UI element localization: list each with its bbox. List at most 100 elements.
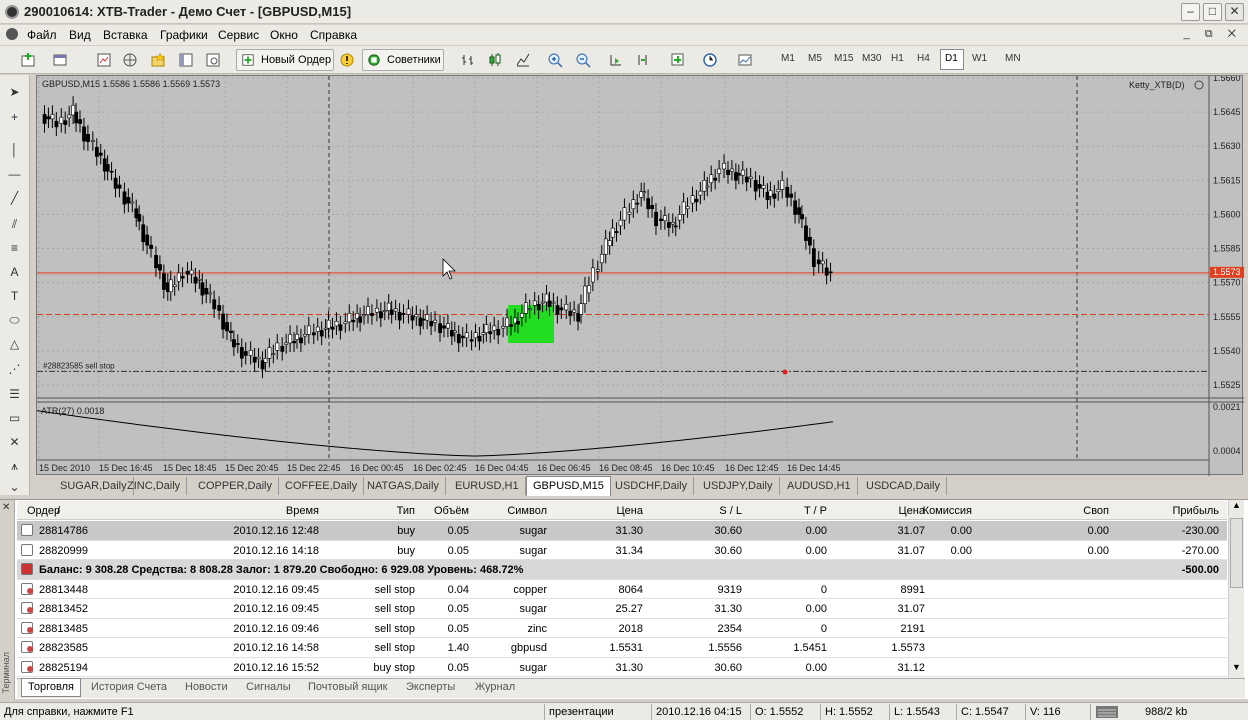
timeframe-m30[interactable]: M30 <box>862 53 881 64</box>
folder-star-icon[interactable] <box>150 52 166 68</box>
fibo-fan-icon[interactable]: ⋰ <box>7 362 22 377</box>
menu-tools[interactable]: Сервис <box>218 28 259 42</box>
timeframe-m15[interactable]: M15 <box>834 53 853 64</box>
column-header[interactable]: S / L <box>719 505 742 517</box>
column-header[interactable]: Цена <box>899 505 925 517</box>
minimize-button[interactable]: – <box>1181 3 1200 21</box>
fibonacci-icon[interactable]: ≡ <box>7 241 22 256</box>
terminal-tab[interactable]: Новости <box>185 681 228 693</box>
trendline-icon[interactable]: ╱ <box>7 191 22 206</box>
chart-tab[interactable]: USDCHF,Daily <box>609 477 695 495</box>
scroll-up-icon[interactable]: ▲ <box>1232 500 1241 510</box>
menu-charts[interactable]: Графики <box>160 28 208 42</box>
timeframe-h1[interactable]: H1 <box>891 53 904 64</box>
terminal-tab[interactable]: Эксперты <box>406 681 455 693</box>
market-watch-icon[interactable] <box>96 52 112 68</box>
zoom-out-icon[interactable] <box>575 52 591 68</box>
experts-button[interactable]: Советники <box>362 49 444 71</box>
timeframe-m5[interactable]: M5 <box>808 53 822 64</box>
crosshair-icon[interactable]: + <box>7 110 22 125</box>
chart-tab[interactable]: COFFEE,Daily <box>279 477 365 495</box>
column-header[interactable]: Тип <box>397 505 415 517</box>
terminal-close-icon[interactable]: ✕ <box>2 502 10 513</box>
chart-tab[interactable]: ZINC,Daily <box>121 477 188 495</box>
timeframe-d1-active[interactable]: D1 <box>940 49 964 70</box>
price-chart[interactable]: 1.5660 1.5645 1.5630 1.5615 1.5600 1.5585 1.55… <box>37 76 1244 476</box>
chart-tab[interactable]: EURUSD,H1 <box>449 477 526 495</box>
menu-view[interactable]: Вид <box>69 28 91 42</box>
maximize-button[interactable]: □ <box>1203 3 1222 21</box>
menu-help[interactable]: Справка <box>310 28 357 42</box>
column-header[interactable]: Цена <box>617 505 643 517</box>
ellipse-icon[interactable]: ⬭ <box>7 313 22 328</box>
column-header[interactable]: Своп <box>1083 505 1109 517</box>
timeframe-w1[interactable]: W1 <box>972 53 987 64</box>
triangle-icon[interactable]: △ <box>7 337 22 352</box>
menu-file[interactable]: Файл <box>27 28 57 42</box>
chart-tab[interactable]: USDCAD,Daily <box>860 477 947 495</box>
indicators-icon[interactable] <box>670 52 686 68</box>
text-icon[interactable]: A <box>7 265 22 280</box>
autoscroll-icon[interactable] <box>608 52 624 68</box>
profiles-icon[interactable] <box>52 52 68 68</box>
strategy-tester-icon[interactable] <box>205 52 221 68</box>
line-chart-icon[interactable] <box>515 52 531 68</box>
timeframe-m1[interactable]: M1 <box>781 53 795 64</box>
timeframe-h4[interactable]: H4 <box>917 53 930 64</box>
chart-tab[interactable]: AUDUSD,H1 <box>781 477 858 495</box>
terminal-tab[interactable]: Торговля <box>21 678 81 697</box>
autotrading-warning-icon[interactable] <box>339 52 355 68</box>
column-header[interactable]: / <box>57 505 60 517</box>
scroll-down-icon[interactable]: ▼ <box>1232 662 1241 672</box>
chart-window[interactable]: 1.5660 1.5645 1.5630 1.5615 1.5600 1.5585 1.55… <box>36 75 1244 476</box>
rectangle-icon[interactable]: ▭ <box>7 411 22 426</box>
menu-insert[interactable]: Вставка <box>103 28 148 42</box>
column-header[interactable]: Объём <box>434 505 469 517</box>
column-header[interactable]: T / P <box>804 505 827 517</box>
templates-icon[interactable] <box>737 52 753 68</box>
navigator-icon[interactable] <box>122 52 138 68</box>
chart-tab[interactable]: USDJPY,Daily <box>697 477 780 495</box>
menu-window[interactable]: Окно <box>270 28 298 42</box>
more-tools-icon[interactable]: ⌄ <box>7 480 22 495</box>
terminal-scrollbar[interactable]: ▲ ▼ <box>1228 500 1244 678</box>
new-chart-icon[interactable] <box>20 52 36 68</box>
chart-tab[interactable]: NATGAS,Daily <box>361 477 446 495</box>
table-row[interactable]: 28825194 2010.12.16 15:52 buy stop 0.05 suga… <box>17 658 1227 677</box>
candlestick-icon[interactable] <box>487 52 503 68</box>
table-row[interactable]: 28813448 2010.12.16 09:45 sell stop 0.04 cop… <box>17 580 1227 599</box>
terminal-tab[interactable]: Почтовый ящик <box>308 681 387 693</box>
table-row[interactable]: 28823585 2010.12.16 14:58 sell stop 1.40 gbp… <box>17 638 1227 658</box>
table-row[interactable]: 28820999 2010.12.16 14:18 buy 0.05 sugar 31.3… <box>17 541 1227 560</box>
terminal-tab[interactable]: Сигналы <box>246 681 291 693</box>
scroll-thumb[interactable] <box>1230 518 1243 588</box>
pitchfork-icon[interactable]: ⩚ <box>7 459 22 474</box>
fibo-levels-icon[interactable]: ☰ <box>7 387 22 402</box>
chart-shift-icon[interactable] <box>636 52 652 68</box>
chart-tab[interactable]: COPPER,Daily <box>192 477 279 495</box>
horizontal-line-icon[interactable]: — <box>7 167 22 182</box>
chart-tab[interactable]: GBPUSD,M15 <box>526 476 611 496</box>
column-header[interactable]: Время <box>286 505 319 517</box>
doc-window-controls[interactable]: _ ⧉ ✕ <box>1184 28 1242 41</box>
table-row[interactable]: 28813485 2010.12.16 09:46 sell stop 0.05 zin… <box>17 619 1227 638</box>
new-order-button[interactable]: Новый Ордер <box>236 49 334 71</box>
close-button[interactable]: ✕ <box>1225 3 1244 21</box>
table-row[interactable]: 28814786 2010.12.16 12:48 buy 0.05 sugar 31.3… <box>17 521 1227 541</box>
terminal-tab[interactable]: Журнал <box>475 681 515 693</box>
text-label-icon[interactable]: T <box>7 289 22 304</box>
zoom-in-icon[interactable] <box>547 52 563 68</box>
terminal-tab[interactable]: История Счета <box>91 681 167 693</box>
gann-icon[interactable]: ✕ <box>7 435 22 450</box>
column-header[interactable]: Символ <box>507 505 547 517</box>
cursor-icon[interactable]: ➤ <box>7 85 22 100</box>
equidistant-channel-icon[interactable]: ⫽ <box>7 217 22 232</box>
timeframe-mn[interactable]: MN <box>1005 53 1021 64</box>
column-header[interactable]: Прибыль <box>1172 505 1219 517</box>
periods-clock-icon[interactable] <box>702 52 718 68</box>
column-header[interactable]: Комиссия <box>923 505 972 517</box>
vertical-line-icon[interactable]: │ <box>7 143 22 158</box>
bar-chart-icon[interactable] <box>460 52 476 68</box>
terminal-icon[interactable] <box>178 52 194 68</box>
table-row[interactable]: 28813452 2010.12.16 09:45 sell stop 0.05 sug… <box>17 599 1227 619</box>
